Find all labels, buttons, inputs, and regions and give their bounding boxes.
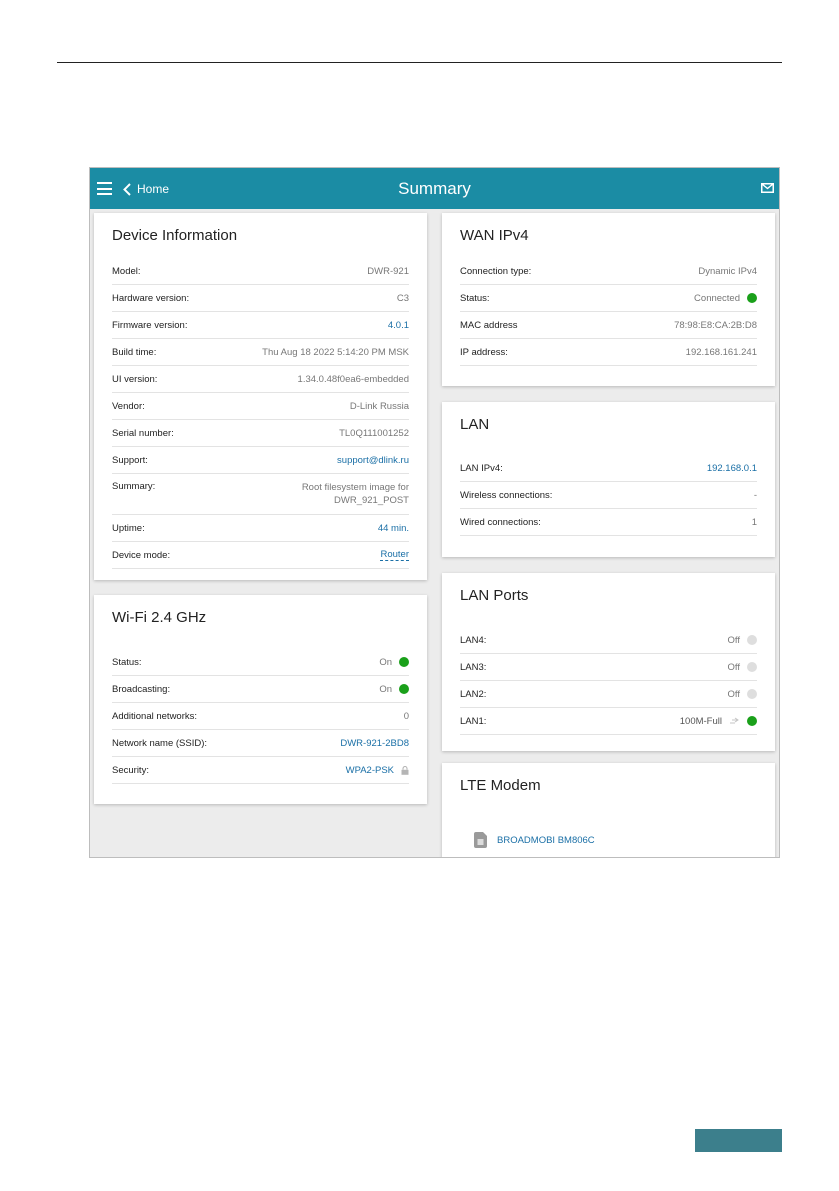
info-row-model: Model: DWR-921 (112, 258, 409, 285)
port-row-lan4: LAN4: Off (460, 627, 757, 654)
page-number-tab (695, 1129, 782, 1152)
info-row-summary: Summary: Root filesystem image for DWR_921… (112, 474, 409, 515)
menu-icon[interactable] (97, 182, 112, 195)
lte-modem-card: LTE Modem BROADMOBI BM806C (442, 763, 775, 857)
sim-card-icon (474, 832, 487, 848)
info-row-vendor: Vendor: D-Link Russia (112, 393, 409, 420)
info-row-support: Support: support@dlink.ru (112, 447, 409, 474)
wan-row-connection-type: Connection type: Dynamic IPv4 (460, 258, 757, 285)
page-title: Summary (398, 179, 471, 198)
app-bar: Home Summary (90, 168, 779, 209)
status-on-indicator (747, 293, 757, 303)
card-title: LAN Ports (460, 587, 529, 604)
card-title: WAN IPv4 (460, 227, 529, 244)
page-header-rule (57, 62, 782, 63)
info-row-build-time: Build time: Thu Aug 18 2022 5:14:20 PM MS… (112, 339, 409, 366)
port-row-lan1: LAN1: 100M-Full (460, 708, 757, 735)
wifi-row-status: Status: On (112, 649, 409, 676)
security-link[interactable]: WPA2-PSK (346, 765, 409, 776)
modem-name: BROADMOBI BM806C (497, 834, 595, 846)
wan-row-ip: IP address: 192.168.161.241 (460, 339, 757, 366)
status-off-indicator (747, 662, 757, 672)
lan-row-ipv4: LAN IPv4: 192.168.0.1 (460, 455, 757, 482)
lan-ports-card: LAN Ports LAN4: Off LAN3: Off LAN2: Off LAN… (442, 573, 775, 751)
wifi-row-ssid: Network name (SSID): DWR-921-2BD8 (112, 730, 409, 757)
info-row-hardware: Hardware version: C3 (112, 285, 409, 312)
status-off-indicator (747, 635, 757, 645)
lan-card: LAN LAN IPv4: 192.168.0.1 Wireless connec… (442, 402, 775, 557)
info-row-device-mode: Device mode: Router (112, 542, 409, 569)
status-off-indicator (747, 689, 757, 699)
wifi-row-security: Security: WPA2-PSK (112, 757, 409, 784)
lan-row-wireless: Wireless connections: - (460, 482, 757, 509)
card-title: Wi-Fi 2.4 GHz (112, 609, 207, 626)
ssid-link[interactable]: DWR-921-2BD8 (340, 738, 409, 749)
info-row-serial: Serial number: TL0Q111001252 (112, 420, 409, 447)
wan-row-status: Status: Connected (460, 285, 757, 312)
card-title: Device Information (112, 227, 238, 244)
wifi-row-additional: Additional networks: 0 (112, 703, 409, 730)
card-title: LAN (460, 416, 490, 433)
mail-icon[interactable] (761, 183, 774, 193)
screenshot-frame: Home Summary Device Information Model: DW… (89, 167, 780, 858)
modem-link[interactable]: BROADMOBI BM806C (474, 832, 595, 848)
firmware-link[interactable]: 4.0.1 (388, 320, 409, 331)
port-row-lan3: LAN3: Off (460, 654, 757, 681)
ethernet-icon (730, 717, 739, 724)
chevron-left-icon (123, 182, 131, 196)
wifi-card: Wi-Fi 2.4 GHz Status: On Broadcasting: On … (94, 595, 427, 804)
support-email-link[interactable]: support@dlink.ru (337, 455, 409, 466)
card-title: LTE Modem (460, 777, 541, 794)
device-info-card: Device Information Model: DWR-921 Hardwar… (94, 213, 427, 580)
info-row-uptime: Uptime: 44 min. (112, 515, 409, 542)
info-row-firmware: Firmware version: 4.0.1 (112, 312, 409, 339)
back-home-link[interactable]: Home (123, 180, 169, 198)
wan-card: WAN IPv4 Connection type: Dynamic IPv4 St… (442, 213, 775, 386)
lan-row-wired: Wired connections: 1 (460, 509, 757, 536)
info-row-ui-version: UI version: 1.34.0.48f0ea6-embedded (112, 366, 409, 393)
lan-ip-link[interactable]: 192.168.0.1 (707, 463, 757, 474)
device-mode-link[interactable]: Router (380, 549, 409, 561)
back-label: Home (137, 182, 170, 196)
status-on-indicator (399, 657, 409, 667)
status-on-indicator (399, 684, 409, 694)
wifi-row-broadcasting: Broadcasting: On (112, 676, 409, 703)
wan-row-mac: MAC address 78:98:E8:CA:2B:D8 (460, 312, 757, 339)
status-on-indicator (747, 716, 757, 726)
lock-icon (401, 765, 409, 775)
port-row-lan2: LAN2: Off (460, 681, 757, 708)
